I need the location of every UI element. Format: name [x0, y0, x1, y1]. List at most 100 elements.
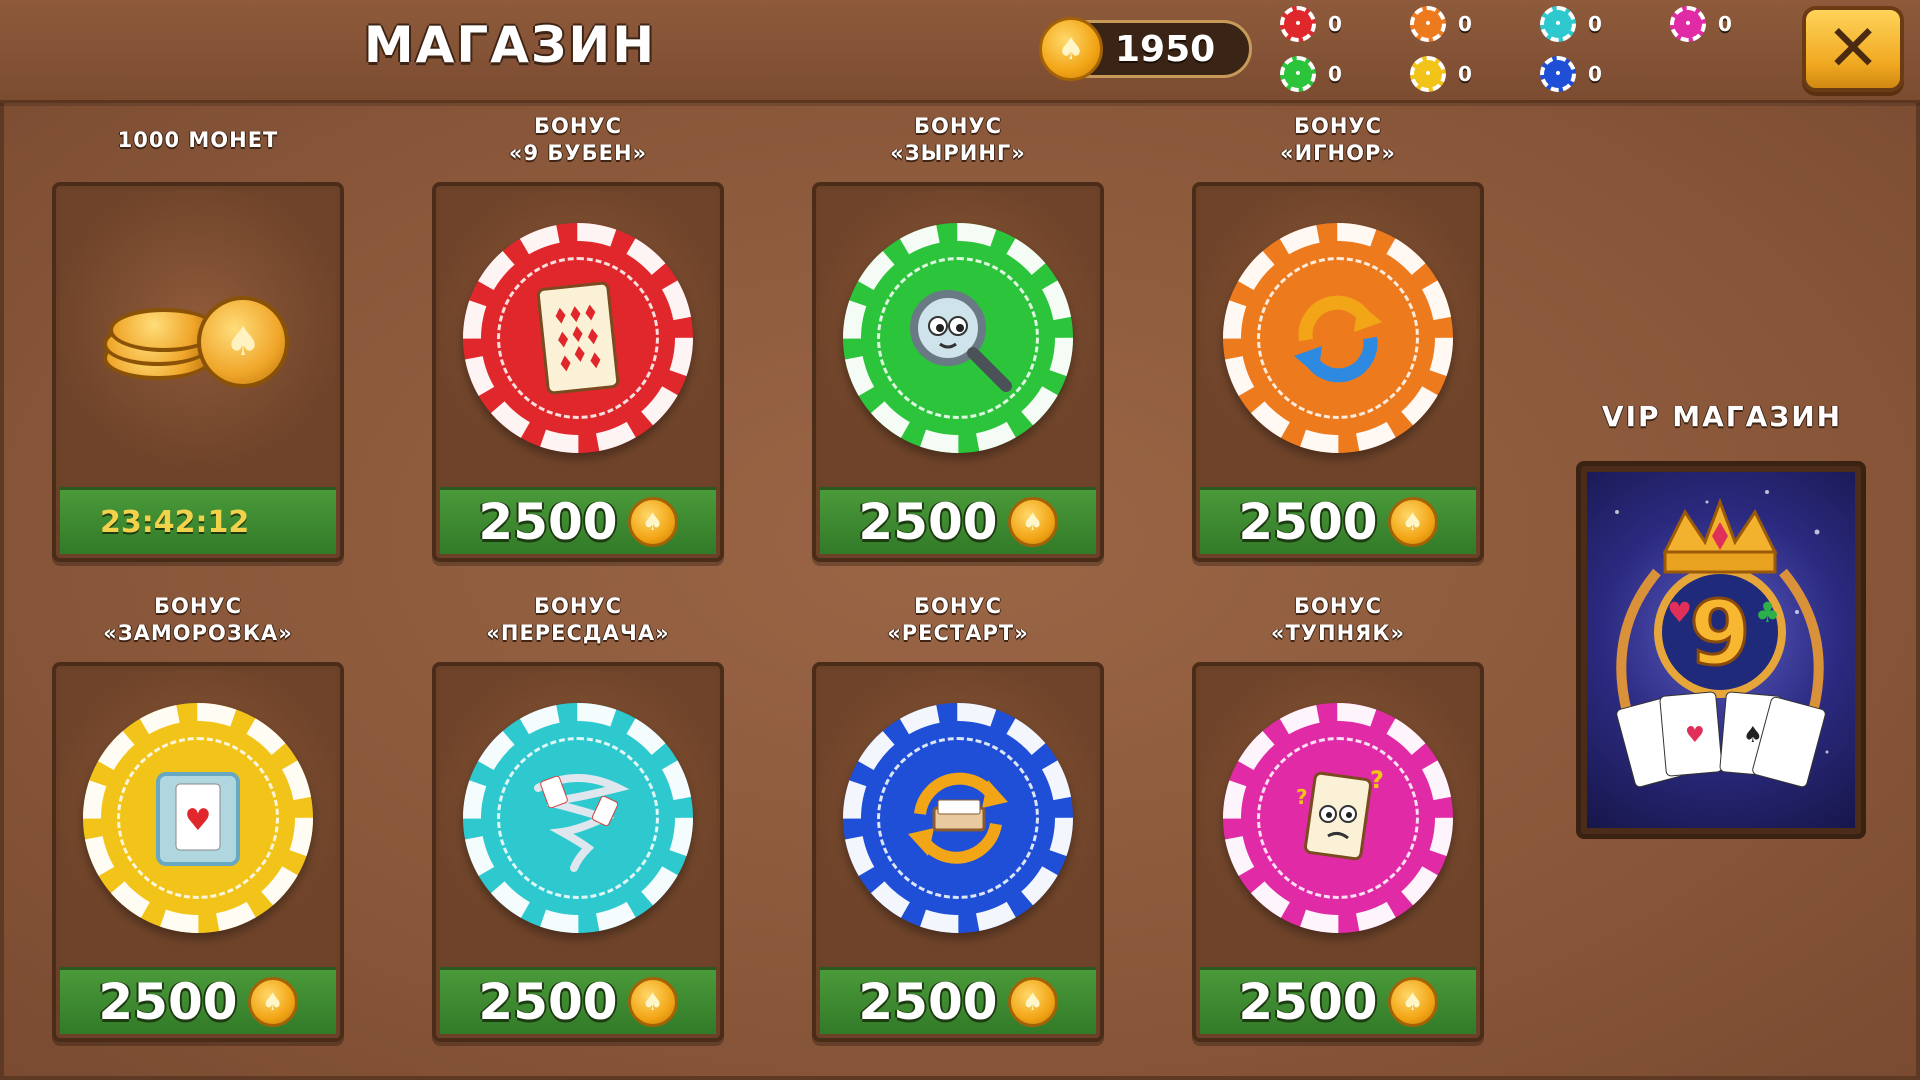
item-title-line1: БОНУС — [533, 114, 623, 138]
bonus-chip: ♥ — [83, 703, 313, 933]
shop-header: МАГАЗИН ♠ 1950 • 0 • 0 • 0 • 0 • 0 • 0 • 0 ✕ — [0, 0, 1920, 103]
item-title: БОНУС «ЗАМОРОЗКА» — [48, 593, 348, 647]
item-title-line1: БОНУС — [1293, 114, 1383, 138]
svg-text:♥: ♥ — [1667, 596, 1692, 629]
price-value: 2500 — [478, 973, 618, 1031]
item-preview — [820, 670, 1096, 966]
item-title-line1: БОНУС — [533, 594, 623, 618]
price-bar: 2500 ♠ — [820, 487, 1096, 554]
price-value: 2500 — [858, 493, 998, 551]
coin-icon: ♠ — [1007, 977, 1058, 1027]
item-preview: ?? — [1200, 670, 1476, 966]
price-bar: 2500 ♠ — [1200, 967, 1476, 1034]
item-title: БОНУС «ТУПНЯК» — [1188, 593, 1488, 647]
magnifier-icon: • — [1280, 56, 1316, 92]
coin-icon: ♠ — [1007, 497, 1058, 547]
timer-bar: 23:42:12 — [60, 487, 336, 554]
price-bar: 2500 ♠ — [440, 967, 716, 1034]
price-bar: 2500 ♠ — [1200, 487, 1476, 554]
chip-counter-value: 0 — [1328, 62, 1342, 86]
svg-text:?: ? — [1296, 785, 1308, 809]
chip-counter: • 0 — [1410, 56, 1472, 92]
item-title-line1: БОНУС — [913, 114, 1003, 138]
item-preview: ♥ — [60, 670, 336, 966]
shop-item-card[interactable]: 2500 ♠ — [432, 182, 724, 562]
restart-icon: • — [1540, 56, 1576, 92]
item-preview — [820, 190, 1096, 486]
chip-counter: • 0 — [1410, 6, 1472, 42]
item-preview — [440, 190, 716, 486]
item-title-line2: «ЗЫРИНГ» — [890, 141, 1026, 165]
item-preview: ♠ — [60, 190, 336, 486]
item-title-line1: 1000 МОНЕТ — [117, 128, 279, 152]
card-tornado-icon — [503, 743, 653, 893]
chip-counter: • 0 — [1280, 56, 1342, 92]
magnifier-icon — [883, 263, 1033, 413]
refresh-icon: • — [1410, 6, 1446, 42]
coin-balance-value: 1950 — [1115, 29, 1216, 70]
item-title-line1: БОНУС — [913, 594, 1003, 618]
close-button[interactable]: ✕ — [1802, 6, 1904, 92]
item-preview — [1200, 190, 1476, 486]
vip-shop-button[interactable]: 9 ♥ ♣ ♥ ♠ — [1576, 461, 1866, 839]
bonus-chip — [463, 703, 693, 933]
shop-item-card[interactable]: ?? 2500 ♠ — [1192, 662, 1484, 1042]
countdown-timer: 23:42:12 — [100, 504, 250, 540]
bonus-chip: ?? — [1223, 703, 1453, 933]
chip-counter-value: 0 — [1328, 12, 1342, 36]
frozen-card-icon: ♥ — [123, 743, 273, 893]
shop-item-card[interactable]: 2500 ♠ — [812, 182, 1104, 562]
item-title: 1000 МОНЕТ — [48, 127, 348, 154]
ice-card-icon: • — [1410, 56, 1446, 92]
bonus-chip — [463, 223, 693, 453]
shop-item-card[interactable]: 2500 ♠ — [432, 662, 724, 1042]
confused-card-icon: ?? — [1263, 743, 1413, 893]
svg-text:9: 9 — [1689, 582, 1750, 685]
chip-counter-value: 0 — [1458, 62, 1472, 86]
coin-icon: ♠ — [1387, 977, 1438, 1027]
refresh-arrows-icon — [1263, 263, 1413, 413]
coin-icon: ♠ — [627, 497, 678, 547]
item-title: БОНУС «ЗЫРИНГ» — [808, 113, 1108, 167]
price-value: 2500 — [1238, 493, 1378, 551]
vip-banner: 9 ♥ ♣ ♥ ♠ — [1587, 472, 1855, 828]
coin-icon: ♠ — [1387, 497, 1438, 547]
bonus-chip — [1223, 223, 1453, 453]
coins-icon: ♠ — [93, 278, 303, 398]
vip-crown-nine-icon: 9 ♥ ♣ ♥ ♠ — [1615, 490, 1829, 788]
card-icon: • — [1280, 6, 1316, 42]
item-title-line2: «ИГНОР» — [1280, 141, 1396, 165]
confused-card-icon: • — [1670, 6, 1706, 42]
chip-counter-value: 0 — [1458, 12, 1472, 36]
bonus-chip — [843, 223, 1073, 453]
coin-icon: ♠ — [1039, 17, 1103, 81]
deck-restart-icon — [883, 743, 1033, 893]
chip-counter-value: 0 — [1718, 12, 1732, 36]
chip-counter: • 0 — [1670, 6, 1732, 42]
item-title: БОНУС «РЕСТАРТ» — [808, 593, 1108, 647]
price-value: 2500 — [1238, 973, 1378, 1031]
shop-item-card[interactable]: ♥ 2500 ♠ — [52, 662, 344, 1042]
svg-text:♥: ♥ — [185, 803, 212, 838]
price-value: 2500 — [478, 493, 618, 551]
shop-item-card[interactable]: 2500 ♠ — [1192, 182, 1484, 562]
svg-text:♣: ♣ — [1755, 596, 1780, 629]
coin-icon: ♠ — [627, 977, 678, 1027]
svg-text:♥: ♥ — [1685, 723, 1705, 748]
vip-shop-label: VIP МАГАЗИН — [1601, 400, 1843, 433]
item-title-line1: БОНУС — [1293, 594, 1383, 618]
item-title-line2: «РЕСТАРТ» — [887, 621, 1029, 645]
shop-item-card[interactable]: ♠ 23:42:12 — [52, 182, 344, 562]
item-title-line2: «ЗАМОРОЗКА» — [103, 621, 293, 645]
chip-counter-value: 0 — [1588, 12, 1602, 36]
price-bar: 2500 ♠ — [440, 487, 716, 554]
svg-text:♠: ♠ — [1743, 723, 1763, 748]
svg-text:?: ? — [1370, 766, 1384, 794]
item-title-line2: «9 БУБЕН» — [508, 141, 648, 165]
item-title-line2: «ТУПНЯК» — [1270, 621, 1406, 645]
chip-counter: • 0 — [1280, 6, 1342, 42]
bonus-chip — [843, 703, 1073, 933]
price-bar: 2500 ♠ — [820, 967, 1096, 1034]
chip-counter: • 0 — [1540, 6, 1602, 42]
shop-item-card[interactable]: 2500 ♠ — [812, 662, 1104, 1042]
